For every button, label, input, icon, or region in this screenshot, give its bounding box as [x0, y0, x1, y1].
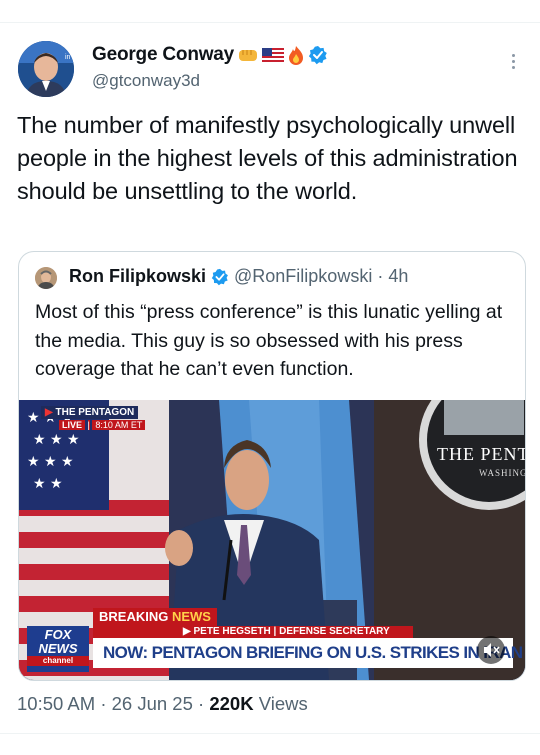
- author-name[interactable]: George Conway: [92, 44, 234, 66]
- live-divider: |: [87, 420, 90, 430]
- views-label: Views: [258, 693, 308, 714]
- verified-badge-icon: [211, 266, 229, 287]
- tweet-time[interactable]: 10:50 AM: [17, 693, 95, 714]
- fist-emoji-icon: [238, 47, 258, 63]
- backdrop-title: THE PENT: [437, 444, 525, 464]
- author-name-row: George Conway: [92, 44, 328, 66]
- backdrop-subtitle: WASHING: [479, 468, 525, 478]
- svg-text:★ ★: ★ ★: [33, 476, 63, 492]
- svg-text:★ ★ ★: ★ ★ ★: [27, 454, 74, 470]
- separator-dot: ·: [198, 693, 205, 714]
- headline-bar: NOW: PENTAGON BRIEFING ON U.S. STRIKES I…: [93, 638, 523, 668]
- svg-text:in: in: [65, 54, 71, 61]
- us-flag-emoji-icon: [262, 47, 285, 63]
- bottom-divider: [0, 733, 540, 734]
- video-thumbnail[interactable]: ★ ★ ★ ★ ★ ★ ★ ★ ★ ★ ★: [19, 400, 525, 680]
- svg-text:★ ★ ★: ★ ★ ★: [33, 432, 80, 448]
- quoted-age[interactable]: 4h: [388, 266, 408, 287]
- top-divider: [0, 22, 540, 23]
- author-handle[interactable]: @gtconway3d: [92, 71, 200, 91]
- fox-news-logo: FOX NEWS channel: [27, 626, 89, 672]
- tweet-metadata: 10:50 AM · 26 Jun 25 · 220K Views: [17, 693, 308, 715]
- quoted-author-avatar[interactable]: [35, 267, 57, 289]
- quoted-author-handle[interactable]: @RonFilipkowski: [234, 266, 372, 287]
- play-triangle-icon: ▶: [183, 626, 191, 637]
- views-count: 220K: [209, 693, 254, 714]
- live-tag: LIVE | 8:10 AM ET: [59, 420, 146, 430]
- separator-dot: ·: [100, 693, 107, 714]
- quoted-header: Ron Filipkowski @RonFilipkowski · 4h: [69, 266, 408, 287]
- mute-icon[interactable]: [477, 636, 505, 664]
- quoted-text: Most of this “press conference” is this …: [35, 301, 503, 380]
- more-options-icon[interactable]: [506, 52, 520, 74]
- lower-third-divider: |: [273, 626, 277, 637]
- breaking-news-label: BREAKING NEWS: [93, 608, 217, 626]
- quoted-author-name[interactable]: Ron Filipkowski: [69, 266, 206, 287]
- quoted-tweet-card[interactable]: Ron Filipkowski @RonFilipkowski · 4h Mos…: [18, 251, 526, 681]
- source-tag: ▶ THE PENTAGON: [41, 406, 139, 419]
- verified-badge-icon: [308, 45, 328, 65]
- author-avatar[interactable]: in: [18, 41, 74, 97]
- fire-emoji-icon: [288, 45, 304, 65]
- tweet-text: The number of manifestly psychologically…: [17, 112, 518, 204]
- tweet-date[interactable]: 26 Jun 25: [112, 693, 193, 714]
- separator-dot: ·: [377, 266, 384, 286]
- lower-third-name-bar: ▶ PETE HEGSETH | DEFENSE SECRETARY: [93, 626, 413, 638]
- play-triangle-icon: ▶: [45, 407, 53, 418]
